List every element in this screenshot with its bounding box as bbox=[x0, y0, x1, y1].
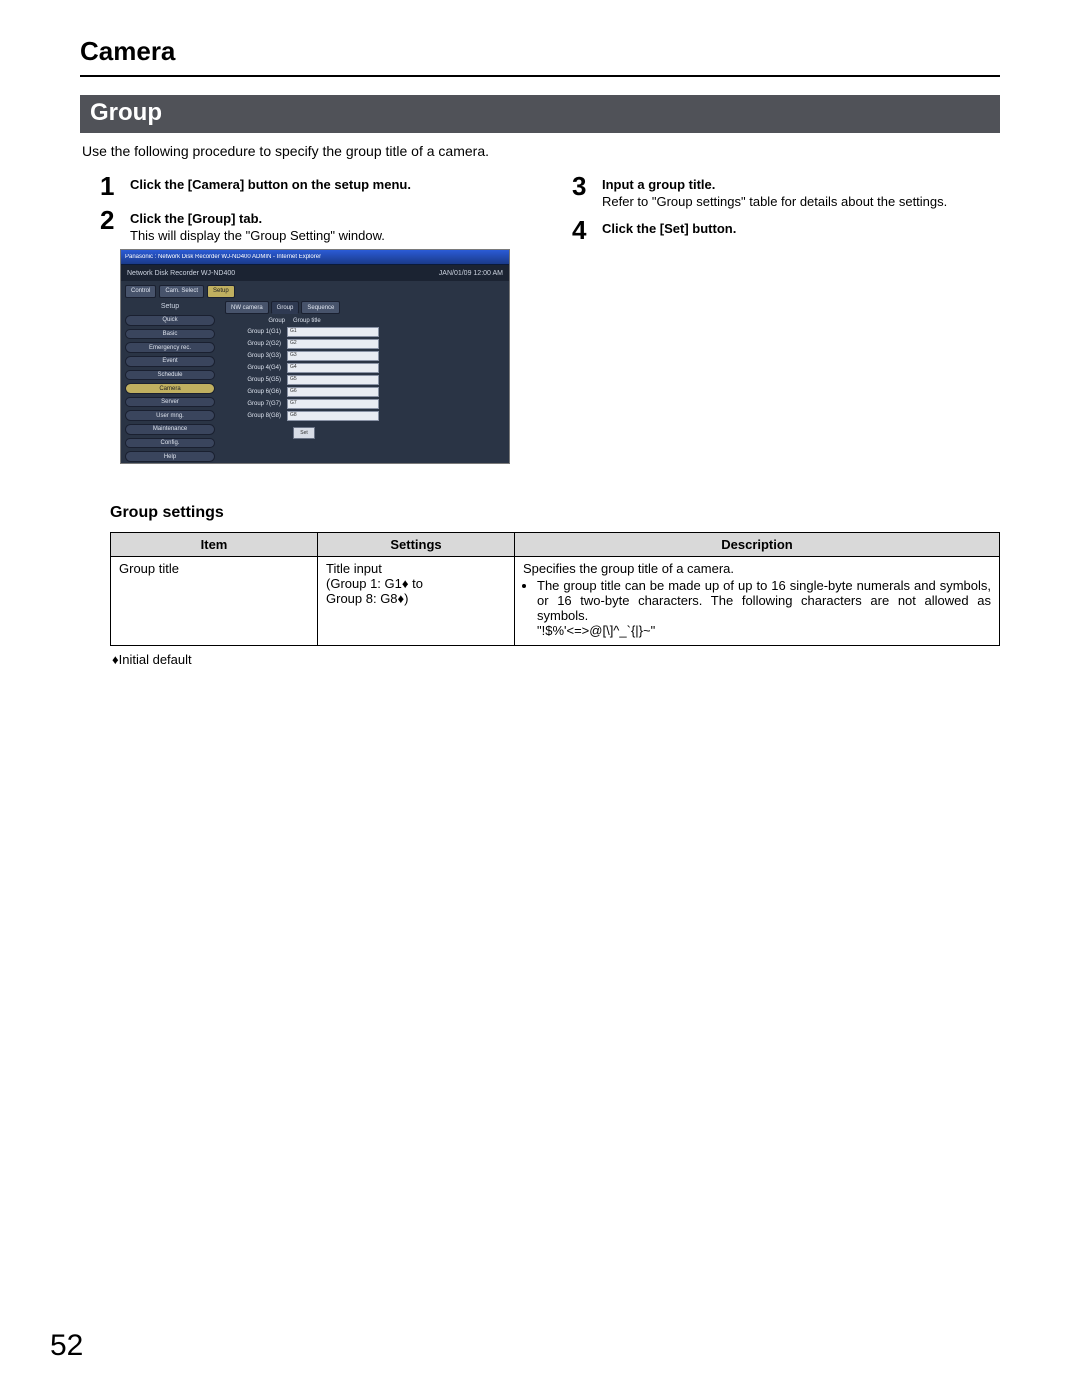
nav-emergency[interactable]: Emergency rec. bbox=[125, 342, 215, 353]
group-title-input-6[interactable]: G6 bbox=[287, 387, 379, 397]
step-3-number: 3 bbox=[572, 171, 594, 209]
page-title: Camera bbox=[80, 36, 1000, 67]
step-2-text: Click the [Group] tab. bbox=[130, 211, 385, 226]
screenshot-titlebar: Panasonic : Network Disk Recorder WJ-ND4… bbox=[121, 250, 509, 265]
group-title-input-2[interactable]: G2 bbox=[287, 339, 379, 349]
grid-row: Group 4(G4)G4 bbox=[225, 363, 503, 373]
grid-row: Group 6(G6)G6 bbox=[225, 387, 503, 397]
nav-basic[interactable]: Basic bbox=[125, 329, 215, 340]
group-title-input-5[interactable]: G5 bbox=[287, 375, 379, 385]
nav-maintenance[interactable]: Maintenance bbox=[125, 424, 215, 435]
col-item: Item bbox=[111, 533, 318, 557]
screenshot-window: Panasonic : Network Disk Recorder WJ-ND4… bbox=[120, 249, 510, 464]
nav-camera[interactable]: Camera bbox=[125, 383, 215, 394]
title-rule bbox=[80, 75, 1000, 77]
cam-select-button[interactable]: Cam. Select bbox=[159, 285, 204, 298]
nav-config[interactable]: Config. bbox=[125, 438, 215, 449]
step-3-text: Input a group title. bbox=[602, 177, 947, 192]
grid-row: Group 5(G5)G5 bbox=[225, 375, 503, 385]
nav-user[interactable]: User mng. bbox=[125, 410, 215, 421]
step-1-text: Click the [Camera] button on the setup m… bbox=[130, 177, 411, 192]
tab-sequence[interactable]: Sequence bbox=[301, 301, 340, 314]
screenshot-title: Panasonic : Network Disk Recorder WJ-ND4… bbox=[125, 254, 321, 260]
section-heading: Group bbox=[80, 95, 1000, 133]
col-settings: Settings bbox=[318, 533, 515, 557]
grid-header-title: Group title bbox=[289, 318, 325, 324]
nav-server[interactable]: Server bbox=[125, 397, 215, 408]
group-title-input-8[interactable]: G8 bbox=[287, 411, 379, 421]
grid-row: Group 7(G7)G7 bbox=[225, 399, 503, 409]
grid-header-group: Group bbox=[225, 318, 289, 324]
step-4-text: Click the [Set] button. bbox=[602, 221, 736, 236]
page-number: 52 bbox=[50, 1329, 83, 1363]
grid-row: Group 3(G3)G3 bbox=[225, 351, 503, 361]
step-3-desc: Refer to "Group settings" table for deta… bbox=[602, 194, 947, 209]
step-1: 1 Click the [Camera] button on the setup… bbox=[100, 171, 528, 199]
step-4: 4 Click the [Set] button. bbox=[572, 215, 1000, 243]
screenshot-header-right: JAN/01/09 12:00 AM bbox=[439, 270, 503, 277]
group-settings-heading: Group settings bbox=[110, 504, 1000, 522]
col-description: Description bbox=[515, 533, 1000, 557]
set-button[interactable]: Set bbox=[293, 427, 315, 439]
grid-row: Group 2(G2)G2 bbox=[225, 339, 503, 349]
tab-nw-camera[interactable]: NW camera bbox=[225, 301, 269, 314]
grid-row: Group 8(G8)G8 bbox=[225, 411, 503, 421]
cell-item: Group title bbox=[111, 557, 318, 646]
intro-text: Use the following procedure to specify t… bbox=[82, 143, 1000, 159]
control-button[interactable]: Control bbox=[125, 285, 156, 298]
cell-description: Specifies the group title of a camera. T… bbox=[515, 557, 1000, 646]
group-title-input-1[interactable]: G1 bbox=[287, 327, 379, 337]
group-settings-table: Item Settings Description Group title Ti… bbox=[110, 532, 1000, 646]
step-4-number: 4 bbox=[572, 215, 594, 243]
step-1-number: 1 bbox=[100, 171, 122, 199]
nav-event[interactable]: Event bbox=[125, 356, 215, 367]
step-3: 3 Input a group title. Refer to "Group s… bbox=[572, 171, 1000, 209]
cell-settings: Title input (Group 1: G1♦ to Group 8: G8… bbox=[318, 557, 515, 646]
grid-row: Group 1(G1)G1 bbox=[225, 327, 503, 337]
nav-schedule[interactable]: Schedule bbox=[125, 370, 215, 381]
setup-button[interactable]: Setup bbox=[207, 285, 235, 298]
screenshot-header-left: Network Disk Recorder WJ-ND400 bbox=[127, 270, 235, 277]
initial-default-note: ♦Initial default bbox=[112, 652, 1000, 667]
step-2-number: 2 bbox=[100, 205, 122, 243]
tab-group[interactable]: Group bbox=[271, 301, 300, 314]
group-title-input-4[interactable]: G4 bbox=[287, 363, 379, 373]
group-title-input-7[interactable]: G7 bbox=[287, 399, 379, 409]
nav-help[interactable]: Help bbox=[125, 451, 215, 462]
step-2: 2 Click the [Group] tab. This will displ… bbox=[100, 205, 528, 243]
nav-quick[interactable]: Quick bbox=[125, 315, 215, 326]
step-2-desc: This will display the "Group Setting" wi… bbox=[130, 228, 385, 243]
sidebar-header: Setup bbox=[125, 303, 215, 310]
group-title-input-3[interactable]: G3 bbox=[287, 351, 379, 361]
